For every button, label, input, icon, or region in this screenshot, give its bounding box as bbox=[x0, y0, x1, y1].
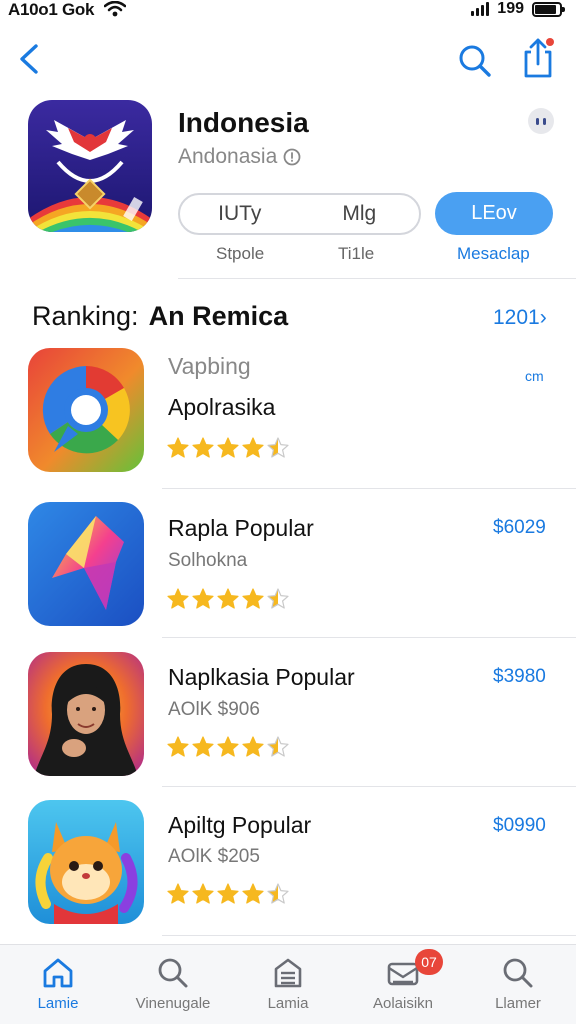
pill-option-left[interactable]: IUTy bbox=[180, 202, 300, 226]
list-icon bbox=[274, 958, 302, 988]
divider bbox=[178, 278, 576, 279]
wifi-icon bbox=[104, 1, 126, 17]
see-all-count: 1201 bbox=[493, 306, 540, 329]
get-button[interactable]: LEov bbox=[435, 192, 553, 235]
search-icon bbox=[158, 958, 188, 988]
star-icon bbox=[192, 736, 214, 757]
ranking-label: Ranking: bbox=[32, 301, 139, 331]
search-button[interactable] bbox=[456, 42, 494, 80]
star-icon bbox=[167, 588, 189, 609]
back-button[interactable] bbox=[14, 40, 48, 78]
star-icon bbox=[242, 736, 264, 757]
star-icon bbox=[242, 883, 264, 904]
star-rating bbox=[166, 436, 290, 460]
notification-badge: 07 bbox=[415, 949, 443, 975]
pill-option-right[interactable]: Mlg bbox=[300, 202, 420, 226]
app-subtitle: Solhokna bbox=[168, 550, 248, 571]
info-icon bbox=[283, 148, 301, 166]
app-title: Indonesia bbox=[178, 107, 309, 138]
more-options-button[interactable] bbox=[528, 108, 554, 134]
battery-icon bbox=[532, 1, 565, 17]
app-name: Vapbing bbox=[168, 353, 251, 379]
app-icon[interactable] bbox=[28, 502, 144, 626]
divider bbox=[162, 935, 576, 936]
caption-right[interactable]: Mesaclap bbox=[457, 244, 530, 264]
divider bbox=[162, 637, 576, 638]
star-icon bbox=[217, 437, 239, 458]
star-icon bbox=[267, 736, 289, 757]
tab-more[interactable]: Llamer bbox=[460, 945, 576, 1024]
segmented-pill[interactable]: IUTy Mlg bbox=[178, 193, 421, 235]
star-rating bbox=[166, 587, 290, 611]
share-icon bbox=[524, 38, 554, 78]
star-icon bbox=[267, 883, 289, 904]
chevron-left-icon bbox=[20, 44, 38, 74]
hero-app-icon[interactable] bbox=[28, 100, 152, 232]
tab-home[interactable]: Lamie bbox=[0, 945, 116, 1024]
star-icon bbox=[192, 883, 214, 904]
search-icon bbox=[459, 45, 491, 77]
chevron-right-icon: › bbox=[539, 306, 547, 329]
home-icon bbox=[43, 958, 73, 988]
price-button[interactable]: $6029 bbox=[493, 517, 546, 539]
signal-icon bbox=[471, 2, 490, 16]
share-button[interactable] bbox=[518, 36, 558, 80]
status-indicators: 199 bbox=[471, 0, 565, 18]
search-icon bbox=[503, 958, 533, 988]
see-all-link[interactable]: 1201› bbox=[493, 306, 547, 330]
star-icon bbox=[217, 736, 239, 757]
divider bbox=[162, 786, 576, 787]
tab-label: Lamie bbox=[37, 995, 79, 1012]
star-rating bbox=[166, 735, 290, 759]
battery-percent: 199 bbox=[497, 0, 524, 17]
caption-left: Stpole bbox=[216, 244, 265, 263]
star-icon bbox=[267, 437, 289, 458]
app-name: Naplkasia Popular bbox=[168, 664, 355, 690]
star-icon bbox=[192, 588, 214, 609]
ranking-small-label: cm bbox=[525, 368, 544, 384]
navigation-bar bbox=[0, 30, 576, 90]
app-subtitle: Apolrasika bbox=[168, 394, 276, 420]
star-icon bbox=[167, 736, 189, 757]
app-name: Rapla Popular bbox=[168, 515, 314, 541]
ranking-title: An Remica bbox=[148, 301, 289, 331]
star-icon bbox=[167, 883, 189, 904]
app-icon[interactable] bbox=[28, 652, 144, 776]
app-subtitle: Andonasia bbox=[178, 145, 301, 169]
app-icon[interactable] bbox=[28, 800, 144, 924]
tab-label: Aolaisikn bbox=[372, 995, 434, 1012]
star-icon bbox=[267, 588, 289, 609]
price-button[interactable]: $0990 bbox=[493, 815, 546, 837]
star-icon bbox=[242, 437, 264, 458]
star-icon bbox=[217, 588, 239, 609]
tab-label: Vinenugale bbox=[135, 995, 211, 1012]
star-icon bbox=[242, 588, 264, 609]
star-icon bbox=[167, 437, 189, 458]
ranking-header: Ranking: An Remica bbox=[32, 301, 288, 332]
app-subtitle-text: Andonasia bbox=[178, 145, 278, 168]
tab-search[interactable]: Vinenugale bbox=[115, 945, 231, 1024]
status-time: A10o1 Gok bbox=[8, 0, 95, 19]
caption-mid: Ti1le bbox=[338, 244, 375, 263]
tab-bar: Lamie Vinenugale Lamia 07 Aolaisikn Llam… bbox=[0, 944, 576, 1024]
app-subtitle: AOlK $205 bbox=[168, 846, 260, 867]
app-name: Apiltg Popular bbox=[168, 812, 312, 838]
app-subtitle: AOlK $906 bbox=[168, 699, 260, 720]
price-button[interactable]: $3980 bbox=[493, 666, 546, 688]
tab-label: Lamia bbox=[267, 995, 309, 1012]
tab-inbox[interactable]: 07 Aolaisikn bbox=[345, 945, 461, 1024]
status-bar: A10o1 Gok 199 bbox=[0, 0, 576, 22]
divider bbox=[162, 488, 576, 489]
star-rating bbox=[166, 882, 290, 906]
tab-list[interactable]: Lamia bbox=[230, 945, 346, 1024]
app-icon[interactable] bbox=[28, 348, 144, 472]
star-icon bbox=[217, 883, 239, 904]
tab-label: Llamer bbox=[495, 995, 541, 1012]
star-icon bbox=[192, 437, 214, 458]
